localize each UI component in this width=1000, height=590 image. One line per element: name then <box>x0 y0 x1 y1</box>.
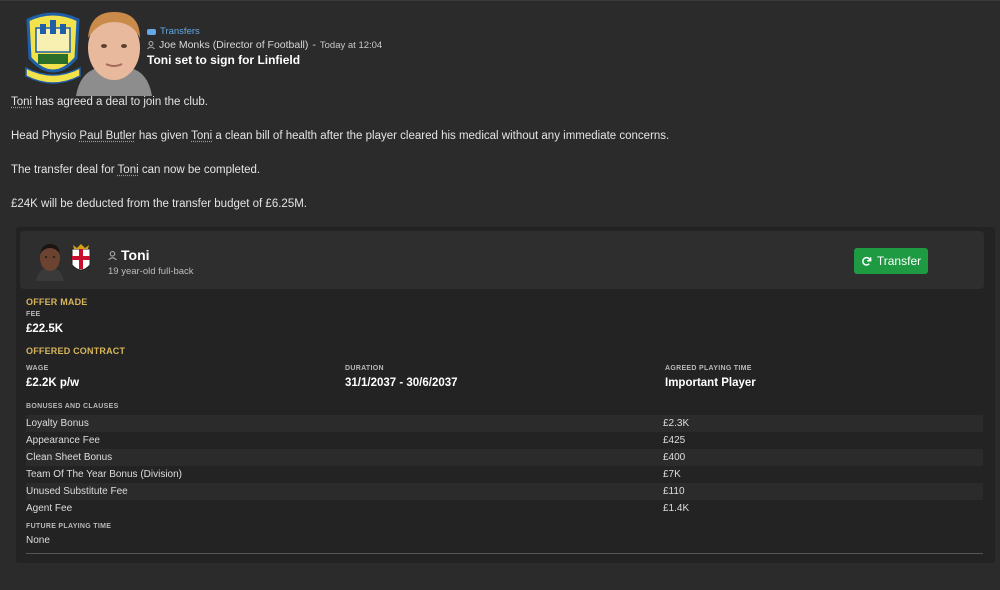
wage-label: WAGE <box>26 365 49 372</box>
playing-time-label: AGREED PLAYING TIME <box>665 365 752 372</box>
table-row: Unused Substitute Fee £110 <box>26 483 983 500</box>
body-text-span: Head Physio <box>11 130 80 142</box>
transfers-tag-icon <box>147 28 156 35</box>
future-playing-time-label: FUTURE PLAYING TIME <box>26 523 112 530</box>
player-name-row: Toni <box>108 247 150 263</box>
player-link[interactable]: Toni <box>118 164 139 176</box>
bonus-value: £110 <box>663 486 685 497</box>
category-label: Transfers <box>160 26 200 37</box>
sender-separator: - <box>312 39 316 51</box>
bonus-name: Clean Sheet Bonus <box>26 452 113 463</box>
player-face[interactable] <box>34 241 66 281</box>
transfer-button[interactable]: Transfer <box>854 248 928 274</box>
body-text-span: The transfer deal for <box>11 164 118 176</box>
refresh-icon <box>862 256 872 266</box>
player-link[interactable]: Toni <box>191 130 212 142</box>
sender-avatar <box>76 12 152 96</box>
club-badge[interactable] <box>69 243 93 277</box>
divider <box>26 553 983 554</box>
message-header: Transfers Joe Monks (Director of Footbal… <box>22 8 722 96</box>
future-playing-time-value: None <box>26 535 50 546</box>
duration-label: DURATION <box>345 365 384 372</box>
bonus-value: £1.4K <box>663 503 690 514</box>
body-paragraph-2: Head Physio Paul Butler has given Toni a… <box>11 130 669 142</box>
body-text-span: has given <box>135 130 192 142</box>
body-paragraph-3: The transfer deal for Toni can now be co… <box>11 164 260 176</box>
player-description: 19 year-old full-back <box>108 266 194 277</box>
table-row: Clean Sheet Bonus £400 <box>26 449 983 466</box>
body-paragraph-1: Toni has agreed a deal to join the club. <box>11 96 208 108</box>
bonus-name: Team Of The Year Bonus (Division) <box>26 469 183 480</box>
fee-label: FEE <box>26 311 41 318</box>
body-text-span: can now be completed. <box>138 164 261 176</box>
top-divider <box>0 0 1000 1</box>
bonus-value: £400 <box>663 452 686 463</box>
player-card: Toni 19 year-old full-back Transfer <box>20 231 984 289</box>
bonus-name: Loyalty Bonus <box>26 418 89 429</box>
table-row: Agent Fee £1.4K <box>26 500 983 517</box>
table-row: Loyalty Bonus £2.3K <box>26 415 983 432</box>
bonus-name: Agent Fee <box>26 503 73 514</box>
person-icon <box>108 250 117 260</box>
body-text-span: a clean bill of health after the player … <box>212 130 670 142</box>
message-headline: Toni set to sign for Linfield <box>147 53 301 67</box>
bonuses-table: Loyalty Bonus £2.3K Appearance Fee £425 … <box>26 415 983 517</box>
wage-value: £2.2K p/w <box>26 377 80 389</box>
sender-row: Joe Monks (Director of Football) - Today… <box>147 39 382 51</box>
bonus-name: Appearance Fee <box>26 435 100 446</box>
table-row: Team Of The Year Bonus (Division) £7K <box>26 466 983 483</box>
body-paragraph-4: £24K will be deducted from the transfer … <box>11 198 307 210</box>
player-name[interactable]: Toni <box>121 247 150 263</box>
sender-name[interactable]: Joe Monks (Director of Football) <box>159 39 308 51</box>
table-row: Appearance Fee £425 <box>26 432 983 449</box>
bonuses-label: BONUSES AND CLAUSES <box>26 403 119 410</box>
bonus-name: Unused Substitute Fee <box>26 486 128 497</box>
bonus-value: £2.3K <box>663 418 690 429</box>
offer-made-title: OFFER MADE <box>26 297 88 307</box>
bonus-value: £425 <box>663 435 686 446</box>
message-time: Today at 12:04 <box>319 39 383 51</box>
playing-time-value: Important Player <box>665 377 756 389</box>
transfer-button-label: Transfer <box>876 254 922 268</box>
transfer-details-panel: Toni 19 year-old full-back Transfer OFFE… <box>16 227 995 563</box>
bonus-value: £7K <box>663 469 681 480</box>
player-link[interactable]: Toni <box>11 96 32 108</box>
offered-contract-title: OFFERED CONTRACT <box>26 346 126 356</box>
person-icon <box>147 41 155 49</box>
duration-value: 31/1/2037 - 30/6/2037 <box>345 377 458 389</box>
fee-value: £22.5K <box>26 323 64 335</box>
body-text-span: has agreed a deal to join the club. <box>32 96 208 108</box>
message-category[interactable]: Transfers <box>147 26 200 37</box>
physio-link[interactable]: Paul Butler <box>79 130 135 142</box>
